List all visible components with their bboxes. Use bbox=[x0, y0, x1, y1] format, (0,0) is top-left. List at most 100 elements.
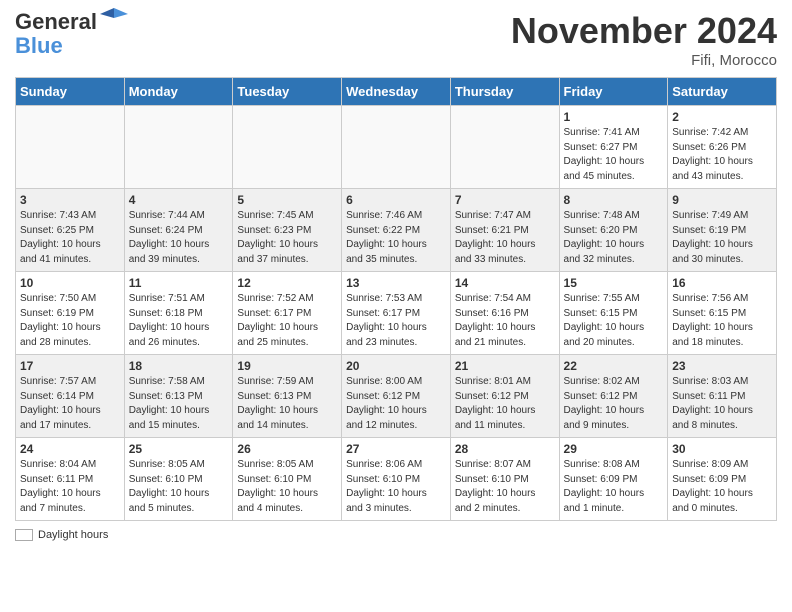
day-info: Sunrise: 7:59 AM Sunset: 6:13 PM Dayligh… bbox=[237, 375, 337, 433]
day-info: Sunrise: 7:57 AM Sunset: 6:14 PM Dayligh… bbox=[20, 375, 120, 433]
day-info: Sunrise: 7:53 AM Sunset: 6:17 PM Dayligh… bbox=[346, 292, 446, 350]
day-info: Sunrise: 7:58 AM Sunset: 6:13 PM Dayligh… bbox=[129, 375, 229, 433]
page: General Blue November 2024 Fifi, Morocco… bbox=[0, 0, 792, 551]
day-info: Sunrise: 8:00 AM Sunset: 6:12 PM Dayligh… bbox=[346, 375, 446, 433]
day-number: 16 bbox=[672, 276, 772, 290]
day-number: 19 bbox=[237, 359, 337, 373]
calendar-cell: 27 Sunrise: 8:06 AM Sunset: 6:10 PM Dayl… bbox=[342, 438, 451, 521]
day-number: 9 bbox=[672, 193, 772, 207]
day-number: 14 bbox=[455, 276, 555, 290]
calendar-cell: 15 Sunrise: 7:55 AM Sunset: 6:15 PM Dayl… bbox=[559, 272, 668, 355]
day-number: 7 bbox=[455, 193, 555, 207]
day-number: 4 bbox=[129, 193, 229, 207]
day-info: Sunrise: 8:01 AM Sunset: 6:12 PM Dayligh… bbox=[455, 375, 555, 433]
location: Fifi, Morocco bbox=[511, 52, 777, 69]
calendar-week-4: 24 Sunrise: 8:04 AM Sunset: 6:11 PM Dayl… bbox=[16, 438, 777, 521]
calendar-cell: 3 Sunrise: 7:43 AM Sunset: 6:25 PM Dayli… bbox=[16, 189, 125, 272]
day-number: 24 bbox=[20, 442, 120, 456]
day-info: Sunrise: 7:45 AM Sunset: 6:23 PM Dayligh… bbox=[237, 209, 337, 267]
logo-text-blue: Blue bbox=[15, 34, 128, 58]
calendar-week-2: 10 Sunrise: 7:50 AM Sunset: 6:19 PM Dayl… bbox=[16, 272, 777, 355]
calendar-cell: 22 Sunrise: 8:02 AM Sunset: 6:12 PM Dayl… bbox=[559, 355, 668, 438]
weekday-header-thursday: Thursday bbox=[450, 78, 559, 106]
day-number: 17 bbox=[20, 359, 120, 373]
day-number: 25 bbox=[129, 442, 229, 456]
weekday-header-saturday: Saturday bbox=[668, 78, 777, 106]
calendar-cell: 1 Sunrise: 7:41 AM Sunset: 6:27 PM Dayli… bbox=[559, 106, 668, 189]
calendar-cell: 18 Sunrise: 7:58 AM Sunset: 6:13 PM Dayl… bbox=[124, 355, 233, 438]
day-info: Sunrise: 7:49 AM Sunset: 6:19 PM Dayligh… bbox=[672, 209, 772, 267]
header: General Blue November 2024 Fifi, Morocco bbox=[15, 10, 777, 69]
day-number: 5 bbox=[237, 193, 337, 207]
day-number: 2 bbox=[672, 110, 772, 124]
day-number: 28 bbox=[455, 442, 555, 456]
day-number: 11 bbox=[129, 276, 229, 290]
weekday-header-sunday: Sunday bbox=[16, 78, 125, 106]
day-info: Sunrise: 8:07 AM Sunset: 6:10 PM Dayligh… bbox=[455, 458, 555, 516]
calendar-cell: 5 Sunrise: 7:45 AM Sunset: 6:23 PM Dayli… bbox=[233, 189, 342, 272]
calendar-cell: 8 Sunrise: 7:48 AM Sunset: 6:20 PM Dayli… bbox=[559, 189, 668, 272]
logo-bird-icon bbox=[100, 4, 128, 32]
day-info: Sunrise: 8:05 AM Sunset: 6:10 PM Dayligh… bbox=[237, 458, 337, 516]
calendar-cell bbox=[16, 106, 125, 189]
day-info: Sunrise: 7:50 AM Sunset: 6:19 PM Dayligh… bbox=[20, 292, 120, 350]
calendar-cell bbox=[233, 106, 342, 189]
day-number: 22 bbox=[564, 359, 664, 373]
calendar-cell: 17 Sunrise: 7:57 AM Sunset: 6:14 PM Dayl… bbox=[16, 355, 125, 438]
day-number: 21 bbox=[455, 359, 555, 373]
calendar-cell: 7 Sunrise: 7:47 AM Sunset: 6:21 PM Dayli… bbox=[450, 189, 559, 272]
day-info: Sunrise: 7:52 AM Sunset: 6:17 PM Dayligh… bbox=[237, 292, 337, 350]
day-number: 27 bbox=[346, 442, 446, 456]
day-info: Sunrise: 8:06 AM Sunset: 6:10 PM Dayligh… bbox=[346, 458, 446, 516]
day-number: 3 bbox=[20, 193, 120, 207]
day-number: 15 bbox=[564, 276, 664, 290]
calendar-cell: 21 Sunrise: 8:01 AM Sunset: 6:12 PM Dayl… bbox=[450, 355, 559, 438]
title-block: November 2024 Fifi, Morocco bbox=[511, 10, 777, 69]
day-number: 30 bbox=[672, 442, 772, 456]
calendar-cell: 11 Sunrise: 7:51 AM Sunset: 6:18 PM Dayl… bbox=[124, 272, 233, 355]
day-info: Sunrise: 8:05 AM Sunset: 6:10 PM Dayligh… bbox=[129, 458, 229, 516]
month-title: November 2024 bbox=[511, 10, 777, 52]
weekday-header-row: SundayMondayTuesdayWednesdayThursdayFrid… bbox=[16, 78, 777, 106]
day-number: 1 bbox=[564, 110, 664, 124]
day-number: 8 bbox=[564, 193, 664, 207]
day-info: Sunrise: 7:47 AM Sunset: 6:21 PM Dayligh… bbox=[455, 209, 555, 267]
calendar-cell: 12 Sunrise: 7:52 AM Sunset: 6:17 PM Dayl… bbox=[233, 272, 342, 355]
day-info: Sunrise: 8:03 AM Sunset: 6:11 PM Dayligh… bbox=[672, 375, 772, 433]
calendar-cell: 14 Sunrise: 7:54 AM Sunset: 6:16 PM Dayl… bbox=[450, 272, 559, 355]
day-info: Sunrise: 7:56 AM Sunset: 6:15 PM Dayligh… bbox=[672, 292, 772, 350]
weekday-header-wednesday: Wednesday bbox=[342, 78, 451, 106]
calendar-cell bbox=[342, 106, 451, 189]
day-number: 29 bbox=[564, 442, 664, 456]
day-info: Sunrise: 7:54 AM Sunset: 6:16 PM Dayligh… bbox=[455, 292, 555, 350]
logo-text-general: General bbox=[15, 10, 97, 34]
calendar-cell: 20 Sunrise: 8:00 AM Sunset: 6:12 PM Dayl… bbox=[342, 355, 451, 438]
day-info: Sunrise: 7:43 AM Sunset: 6:25 PM Dayligh… bbox=[20, 209, 120, 267]
day-info: Sunrise: 7:51 AM Sunset: 6:18 PM Dayligh… bbox=[129, 292, 229, 350]
day-number: 6 bbox=[346, 193, 446, 207]
calendar-cell: 26 Sunrise: 8:05 AM Sunset: 6:10 PM Dayl… bbox=[233, 438, 342, 521]
calendar-cell: 6 Sunrise: 7:46 AM Sunset: 6:22 PM Dayli… bbox=[342, 189, 451, 272]
day-info: Sunrise: 8:08 AM Sunset: 6:09 PM Dayligh… bbox=[564, 458, 664, 516]
day-info: Sunrise: 7:41 AM Sunset: 6:27 PM Dayligh… bbox=[564, 126, 664, 184]
calendar-cell: 4 Sunrise: 7:44 AM Sunset: 6:24 PM Dayli… bbox=[124, 189, 233, 272]
day-info: Sunrise: 8:09 AM Sunset: 6:09 PM Dayligh… bbox=[672, 458, 772, 516]
calendar-cell: 19 Sunrise: 7:59 AM Sunset: 6:13 PM Dayl… bbox=[233, 355, 342, 438]
day-number: 12 bbox=[237, 276, 337, 290]
day-info: Sunrise: 7:46 AM Sunset: 6:22 PM Dayligh… bbox=[346, 209, 446, 267]
day-info: Sunrise: 7:44 AM Sunset: 6:24 PM Dayligh… bbox=[129, 209, 229, 267]
calendar-cell: 2 Sunrise: 7:42 AM Sunset: 6:26 PM Dayli… bbox=[668, 106, 777, 189]
calendar-cell: 10 Sunrise: 7:50 AM Sunset: 6:19 PM Dayl… bbox=[16, 272, 125, 355]
calendar-cell: 24 Sunrise: 8:04 AM Sunset: 6:11 PM Dayl… bbox=[16, 438, 125, 521]
legend: Daylight hours bbox=[15, 529, 777, 541]
calendar-cell: 9 Sunrise: 7:49 AM Sunset: 6:19 PM Dayli… bbox=[668, 189, 777, 272]
day-number: 23 bbox=[672, 359, 772, 373]
day-number: 20 bbox=[346, 359, 446, 373]
day-number: 13 bbox=[346, 276, 446, 290]
legend-box bbox=[15, 529, 33, 541]
day-info: Sunrise: 8:04 AM Sunset: 6:11 PM Dayligh… bbox=[20, 458, 120, 516]
day-info: Sunrise: 7:48 AM Sunset: 6:20 PM Dayligh… bbox=[564, 209, 664, 267]
weekday-header-tuesday: Tuesday bbox=[233, 78, 342, 106]
weekday-header-friday: Friday bbox=[559, 78, 668, 106]
calendar-cell: 16 Sunrise: 7:56 AM Sunset: 6:15 PM Dayl… bbox=[668, 272, 777, 355]
